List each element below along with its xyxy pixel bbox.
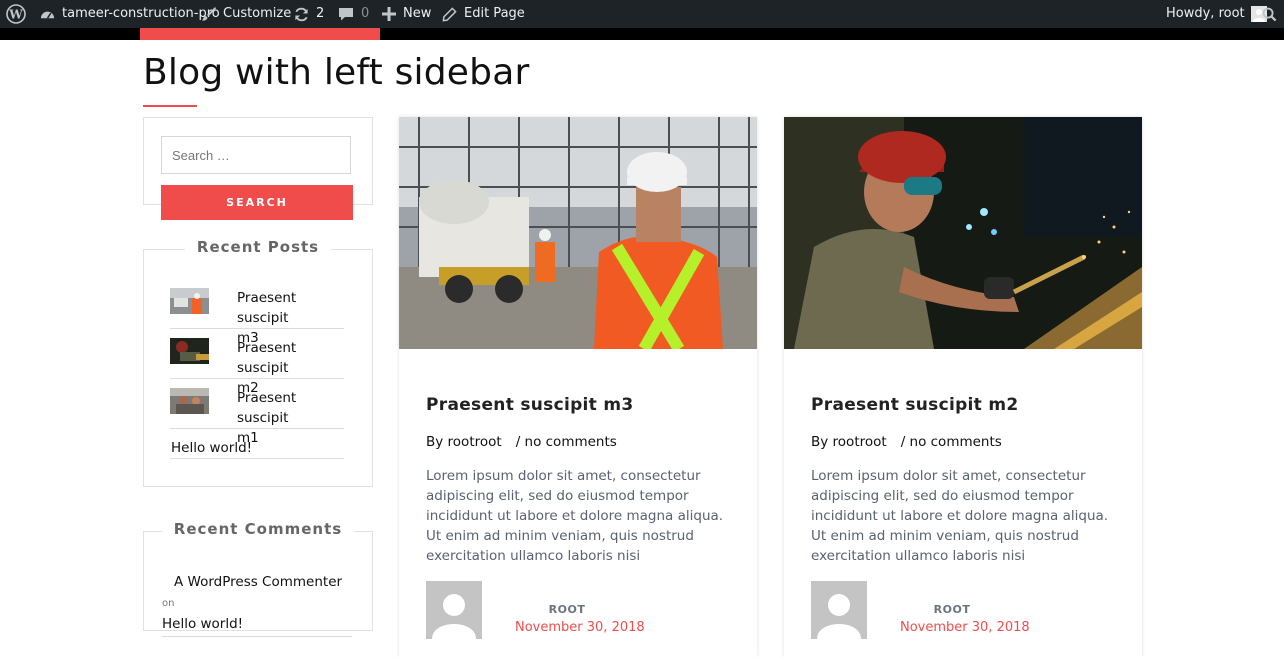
customize-label: Customize <box>223 6 292 21</box>
post-featured-image[interactable] <box>784 117 1142 349</box>
comment-bubble-icon <box>338 6 354 22</box>
author-avatar <box>811 581 867 639</box>
post-comments-link[interactable]: / no comments <box>516 434 617 450</box>
recent-post-item[interactable]: Praesent suscipit m2 <box>170 338 344 396</box>
updates-count: 2 <box>316 6 325 21</box>
plus-icon <box>382 7 396 21</box>
comment-on-label: on <box>162 598 175 609</box>
author-name: ROOT <box>548 603 586 616</box>
refresh-icon <box>293 6 310 23</box>
post-author-link[interactable]: By rootroot <box>811 434 887 450</box>
title-underline <box>143 105 197 107</box>
svg-text:W: W <box>8 8 23 22</box>
pencil-icon <box>442 6 457 22</box>
updates-link[interactable]: 2 <box>293 0 324 28</box>
post-meta: By rootroot / no comments <box>426 434 617 450</box>
wordpress-logo-icon[interactable]: W <box>6 0 26 28</box>
edit-page-label: Edit Page <box>464 6 525 21</box>
comment-post-link[interactable]: Hello world! <box>162 616 243 632</box>
post-meta: By rootroot / no comments <box>811 434 1002 450</box>
recent-comment-item: A WordPress Commenter on Hello world! <box>162 572 352 637</box>
post-author-link[interactable]: By rootroot <box>426 434 502 450</box>
recent-comments-widget: Recent Comments A WordPress Commenter on… <box>143 520 373 637</box>
recent-post-item[interactable]: Praesent suscipit m1 <box>170 388 344 446</box>
account-menu[interactable]: Howdy, root <box>1166 0 1267 28</box>
search-button[interactable]: SEARCH <box>161 185 353 220</box>
post-thumbnail <box>170 288 209 314</box>
recent-comments-title: Recent Comments <box>144 520 372 538</box>
post-title[interactable]: Praesent suscipit m2 <box>811 395 1018 415</box>
post-excerpt: Lorem ipsum dolor sit amet, consectetur … <box>811 468 1109 564</box>
post-thumbnail <box>170 338 209 364</box>
author-name: ROOT <box>933 603 971 616</box>
brush-icon <box>201 6 217 22</box>
admin-bar: W tameer-construction-pro Customize 2 0 … <box>0 0 1284 28</box>
site-name-label: tameer-construction-pro <box>62 6 220 21</box>
comment-author-link[interactable]: A WordPress Commenter <box>174 574 342 590</box>
recent-post-item[interactable]: Hello world! <box>170 438 344 459</box>
post-date[interactable]: November 30, 2018 <box>900 620 1030 635</box>
post-comments-link[interactable]: / no comments <box>901 434 1002 450</box>
search-icon[interactable] <box>1262 0 1277 28</box>
comments-link[interactable]: 0 <box>338 0 369 28</box>
recent-post-item[interactable]: Praesent suscipit m3 <box>170 288 344 346</box>
post-excerpt: Lorem ipsum dolor sit amet, consectetur … <box>426 468 724 564</box>
comments-count: 0 <box>361 6 370 21</box>
edit-page-link[interactable]: Edit Page <box>442 0 525 28</box>
post-date[interactable]: November 30, 2018 <box>515 620 645 635</box>
site-name-menu[interactable]: tameer-construction-pro <box>39 0 220 28</box>
active-nav-indicator <box>140 28 380 40</box>
recent-posts-widget: Recent Posts Praesent suscipit m3 Praesen… <box>143 238 373 487</box>
page-title: Blog with left sidebar <box>143 52 530 93</box>
recent-posts-title: Recent Posts <box>144 238 372 256</box>
post-featured-image[interactable] <box>399 117 757 349</box>
customize-link[interactable]: Customize <box>201 0 291 28</box>
author-avatar <box>426 581 482 639</box>
new-content-menu[interactable]: New <box>382 0 431 28</box>
post-thumbnail <box>170 388 209 414</box>
howdy-label: Howdy, root <box>1166 6 1245 21</box>
new-label: New <box>403 6 432 21</box>
search-input[interactable] <box>161 136 351 174</box>
post-card: Praesent suscipit m2 By rootroot / no com… <box>784 117 1142 657</box>
dashboard-gauge-icon <box>39 6 56 23</box>
post-card: Praesent suscipit m3 By rootroot / no com… <box>399 117 757 657</box>
post-title[interactable]: Praesent suscipit m3 <box>426 395 633 415</box>
